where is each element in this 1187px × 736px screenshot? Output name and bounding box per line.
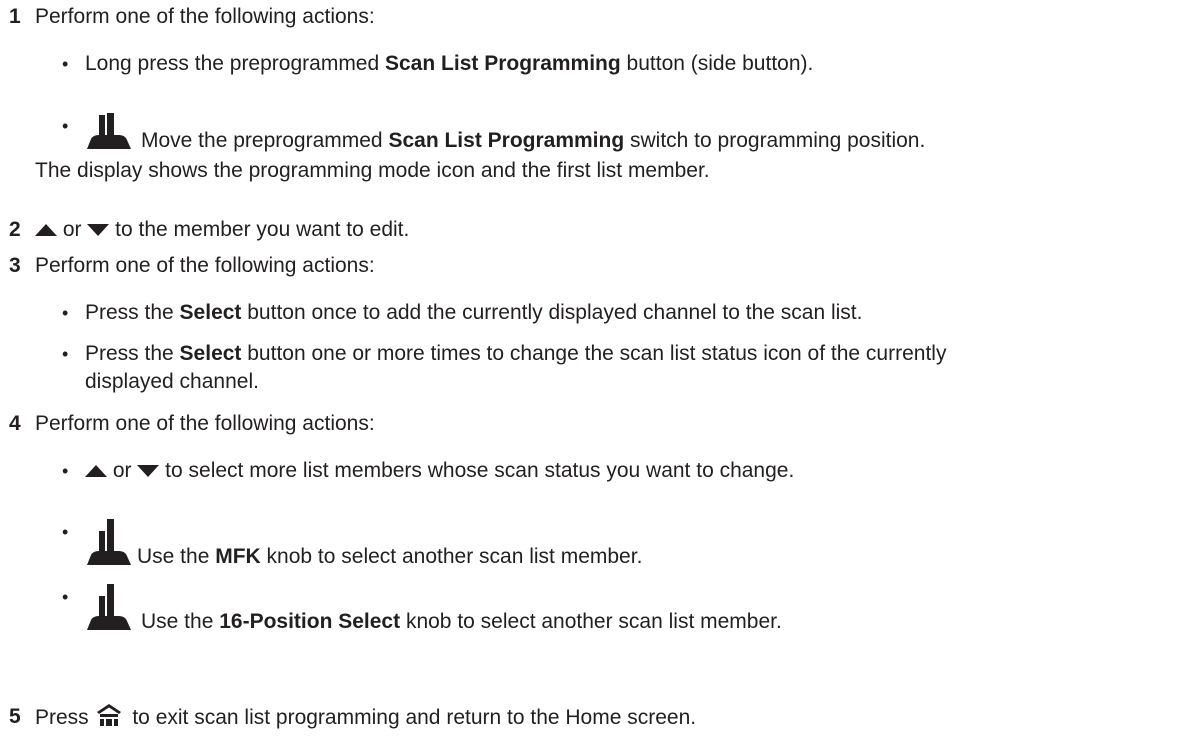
- step-number: 3: [9, 254, 21, 277]
- step-number: 5: [9, 705, 21, 728]
- step-number: 2: [9, 218, 21, 241]
- step-number: 4: [9, 412, 21, 435]
- note-text: The display shows the programming mode i…: [35, 159, 710, 182]
- bullet-point: •: [62, 54, 69, 74]
- down-arrow-icon: [137, 465, 160, 477]
- up-arrow-icon: [35, 224, 57, 236]
- bold-term: 16-Position Select: [219, 610, 401, 633]
- bold-term: Scan List Programming: [385, 52, 621, 75]
- down-arrow-icon: [87, 224, 110, 236]
- bold-term: Select: [179, 342, 242, 365]
- radio-model-icon: [87, 519, 131, 565]
- bullet-point: •: [62, 461, 69, 481]
- bullet-point: •: [62, 116, 69, 136]
- bullet-point: •: [62, 587, 69, 607]
- step-number: 1: [9, 5, 21, 28]
- bullet-point: •: [62, 344, 69, 364]
- document-page: 1 Perform one of the following actions: …: [9, 5, 947, 729]
- bullet-point: •: [62, 303, 69, 323]
- step-text: Perform one of the following actions:: [35, 5, 375, 28]
- bold-term: Scan List Programming: [388, 129, 625, 152]
- home-icon: [96, 704, 121, 726]
- step-text: Perform one of the following actions:: [35, 412, 375, 435]
- bullet-point: •: [62, 522, 69, 542]
- bold-term: MFK: [215, 545, 261, 568]
- radio-model-icon: [87, 584, 131, 630]
- radio-model-icon: [87, 113, 131, 149]
- bold-term: Select: [179, 301, 242, 324]
- up-arrow-icon: [85, 465, 107, 477]
- step-text: Perform one of the following actions:: [35, 254, 375, 277]
